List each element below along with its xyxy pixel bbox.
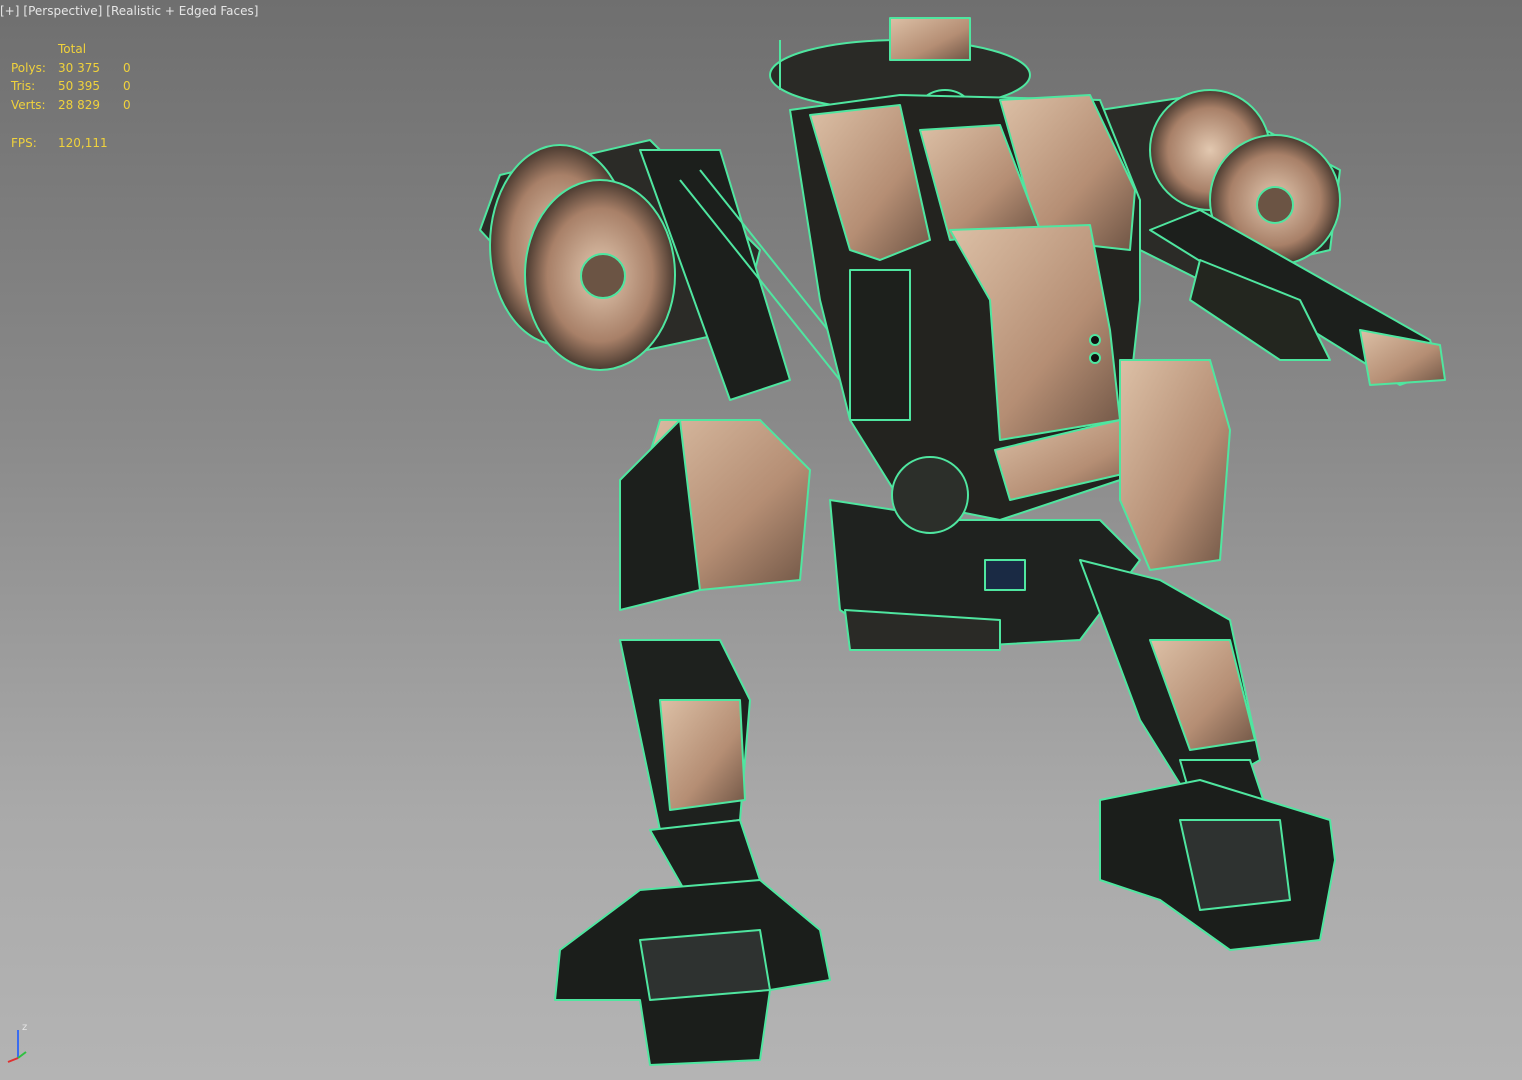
axis-z-label: z bbox=[22, 1022, 27, 1033]
mech-robot-model[interactable] bbox=[0, 0, 1522, 1080]
right-arm-cannon bbox=[1099, 89, 1446, 386]
mech-torso bbox=[789, 94, 1141, 521]
axis-tripod-icon: z bbox=[7, 1022, 27, 1063]
left-leg bbox=[554, 419, 831, 1066]
3d-viewport[interactable]: [+] [Perspective] [Realistic + Edged Fac… bbox=[0, 0, 1522, 1080]
